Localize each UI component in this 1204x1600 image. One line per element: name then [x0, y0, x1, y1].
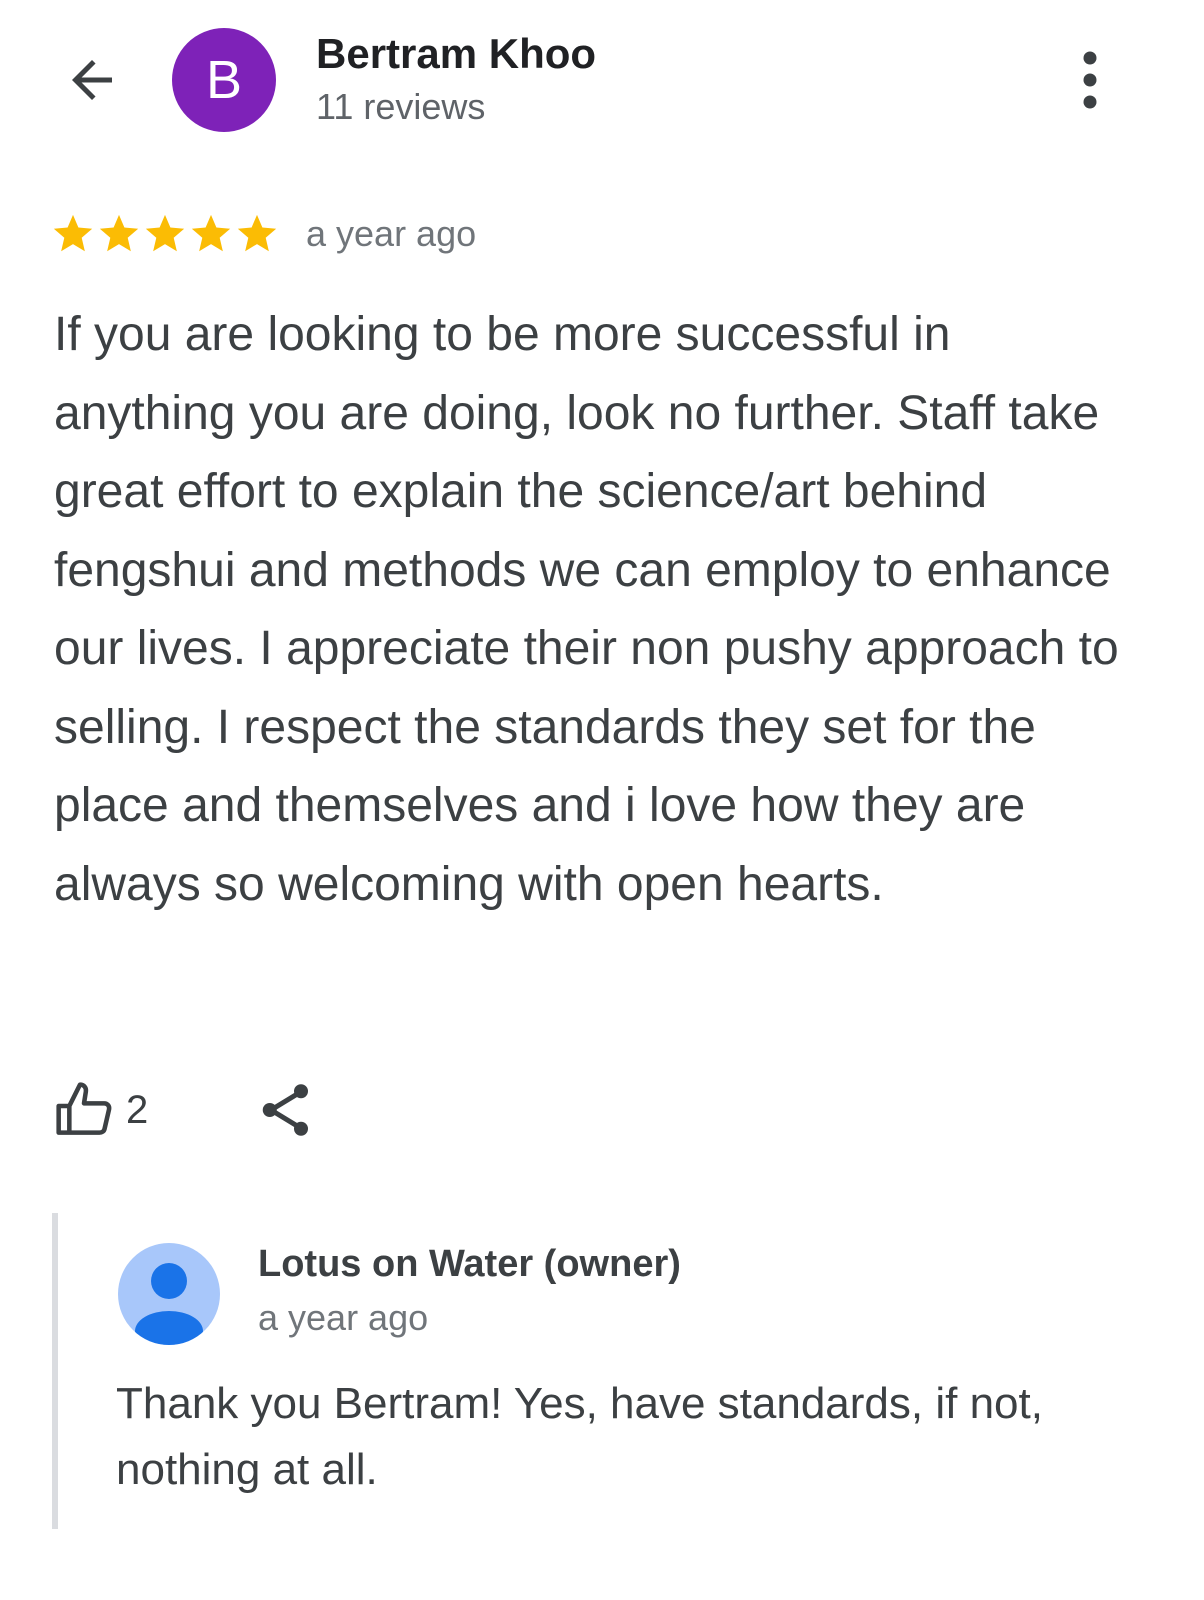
thumbs-up-icon: [56, 1082, 112, 1135]
more-vert-icon: [1083, 51, 1097, 109]
reviewer-review-count[interactable]: 11 reviews: [316, 86, 485, 128]
review-date: a year ago: [306, 213, 477, 254]
star-icon: [145, 214, 185, 252]
like-button[interactable]: 2: [52, 1078, 148, 1142]
review-text: If you are looking to be more successful…: [54, 308, 1119, 911]
share-icon: [263, 1084, 309, 1136]
owner-avatar: [118, 1243, 220, 1345]
star-icon: [99, 214, 139, 252]
review-actions: 2: [52, 1070, 316, 1150]
star-icon: [53, 214, 93, 252]
owner-reply: Lotus on Water (owner) a year ago Thank …: [52, 1213, 1158, 1529]
owner-reply-date: a year ago: [258, 1297, 429, 1338]
star-icon: [191, 214, 231, 252]
arrow-left-icon: [72, 60, 112, 100]
star-icon: [237, 214, 277, 252]
star-rating: [50, 211, 280, 257]
reviewer-avatar[interactable]: B: [172, 28, 276, 132]
back-button[interactable]: [56, 44, 128, 116]
rating-row: a year ago: [50, 206, 476, 262]
person-avatar-icon: [135, 1263, 203, 1345]
like-count: 2: [126, 1087, 149, 1132]
avatar-initial: B: [205, 50, 243, 110]
more-options-button[interactable]: [1062, 44, 1118, 116]
review-header: B Bertram Khoo 11 reviews: [0, 0, 1204, 170]
owner-reply-text: Thank you Bertram! Yes, have standards, …: [116, 1379, 1043, 1494]
share-button[interactable]: [256, 1080, 316, 1140]
reviewer-name[interactable]: Bertram Khoo: [316, 30, 596, 78]
owner-name: Lotus on Water (owner): [258, 1243, 681, 1285]
